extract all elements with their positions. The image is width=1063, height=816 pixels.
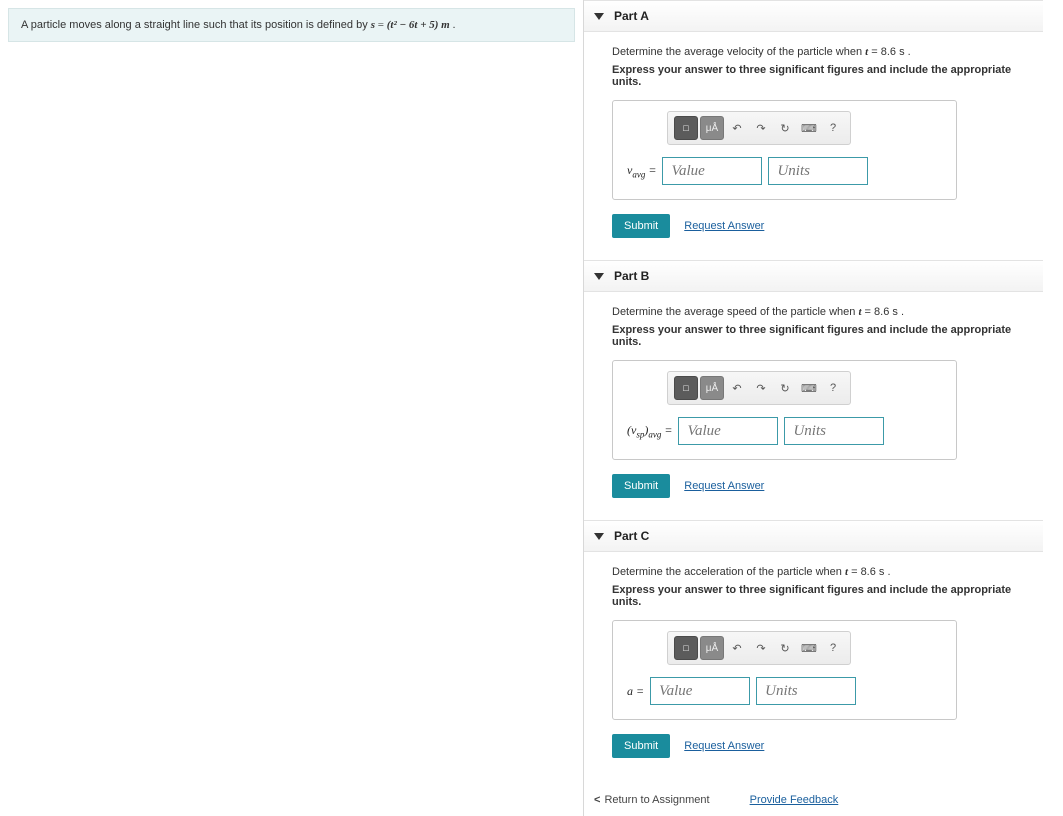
answer-panel: □ μÅ ↶ ↷ ↻ ⌨ ? vavg = xyxy=(612,100,957,200)
chevron-down-icon xyxy=(594,13,604,20)
part-header[interactable]: Part A xyxy=(584,0,1043,32)
variable-label: (vsp)avg = xyxy=(627,423,672,439)
question-part: Part B Determine the average speed of th… xyxy=(584,260,1043,502)
redo-icon[interactable]: ↷ xyxy=(750,116,772,140)
part-instruction: Express your answer to three significant… xyxy=(612,324,1043,348)
units-input[interactable] xyxy=(756,677,856,705)
part-header[interactable]: Part B xyxy=(584,260,1043,292)
part-title: Part B xyxy=(614,269,649,283)
undo-icon[interactable]: ↶ xyxy=(726,636,748,660)
part-title: Part A xyxy=(614,9,649,23)
value-input[interactable] xyxy=(678,417,778,445)
part-title: Part C xyxy=(614,529,649,543)
part-instruction: Express your answer to three significant… xyxy=(612,64,1043,88)
part-prompt: Determine the average velocity of the pa… xyxy=(612,46,1043,58)
chevron-down-icon xyxy=(594,273,604,280)
undo-icon[interactable]: ↶ xyxy=(726,116,748,140)
equation-toolbar: □ μÅ ↶ ↷ ↻ ⌨ ? xyxy=(667,371,851,405)
reset-icon[interactable]: ↻ xyxy=(774,116,796,140)
equation-toolbar: □ μÅ ↶ ↷ ↻ ⌨ ? xyxy=(667,111,851,145)
templates-button[interactable]: □ xyxy=(674,376,698,400)
problem-text: A particle moves along a straight line s… xyxy=(21,19,371,31)
templates-button[interactable]: □ xyxy=(674,116,698,140)
provide-feedback-link[interactable]: Provide Feedback xyxy=(750,794,839,806)
symbols-button[interactable]: μÅ xyxy=(700,116,724,140)
help-icon[interactable]: ? xyxy=(822,636,844,660)
part-header[interactable]: Part C xyxy=(584,520,1043,552)
part-prompt: Determine the acceleration of the partic… xyxy=(612,566,1043,578)
reset-icon[interactable]: ↻ xyxy=(774,376,796,400)
help-icon[interactable]: ? xyxy=(822,376,844,400)
reset-icon[interactable]: ↻ xyxy=(774,636,796,660)
problem-statement: A particle moves along a straight line s… xyxy=(8,8,575,42)
redo-icon[interactable]: ↷ xyxy=(750,636,772,660)
submit-button[interactable]: Submit xyxy=(612,734,670,758)
request-answer-link[interactable]: Request Answer xyxy=(684,740,764,752)
request-answer-link[interactable]: Request Answer xyxy=(684,220,764,232)
submit-button[interactable]: Submit xyxy=(612,474,670,498)
answer-panel: □ μÅ ↶ ↷ ↻ ⌨ ? a = xyxy=(612,620,957,720)
symbols-button[interactable]: μÅ xyxy=(700,636,724,660)
answer-panel: □ μÅ ↶ ↷ ↻ ⌨ ? (vsp)avg = xyxy=(612,360,957,460)
keyboard-icon[interactable]: ⌨ xyxy=(798,116,820,140)
units-input[interactable] xyxy=(784,417,884,445)
problem-equation: s = (t² − 6t + 5) m xyxy=(371,19,453,31)
variable-label: a = xyxy=(627,684,644,699)
value-input[interactable] xyxy=(662,157,762,185)
chevron-left-icon: < xyxy=(594,794,600,806)
return-link[interactable]: <Return to Assignment xyxy=(594,794,710,806)
units-input[interactable] xyxy=(768,157,868,185)
equation-toolbar: □ μÅ ↶ ↷ ↻ ⌨ ? xyxy=(667,631,851,665)
request-answer-link[interactable]: Request Answer xyxy=(684,480,764,492)
variable-label: vavg = xyxy=(627,163,656,179)
part-prompt: Determine the average speed of the parti… xyxy=(612,306,1043,318)
value-input[interactable] xyxy=(650,677,750,705)
symbols-button[interactable]: μÅ xyxy=(700,376,724,400)
part-instruction: Express your answer to three significant… xyxy=(612,584,1043,608)
chevron-down-icon xyxy=(594,533,604,540)
redo-icon[interactable]: ↷ xyxy=(750,376,772,400)
question-part: Part A Determine the average velocity of… xyxy=(584,0,1043,242)
templates-button[interactable]: □ xyxy=(674,636,698,660)
undo-icon[interactable]: ↶ xyxy=(726,376,748,400)
keyboard-icon[interactable]: ⌨ xyxy=(798,376,820,400)
keyboard-icon[interactable]: ⌨ xyxy=(798,636,820,660)
question-part: Part C Determine the acceleration of the… xyxy=(584,520,1043,762)
submit-button[interactable]: Submit xyxy=(612,214,670,238)
help-icon[interactable]: ? xyxy=(822,116,844,140)
